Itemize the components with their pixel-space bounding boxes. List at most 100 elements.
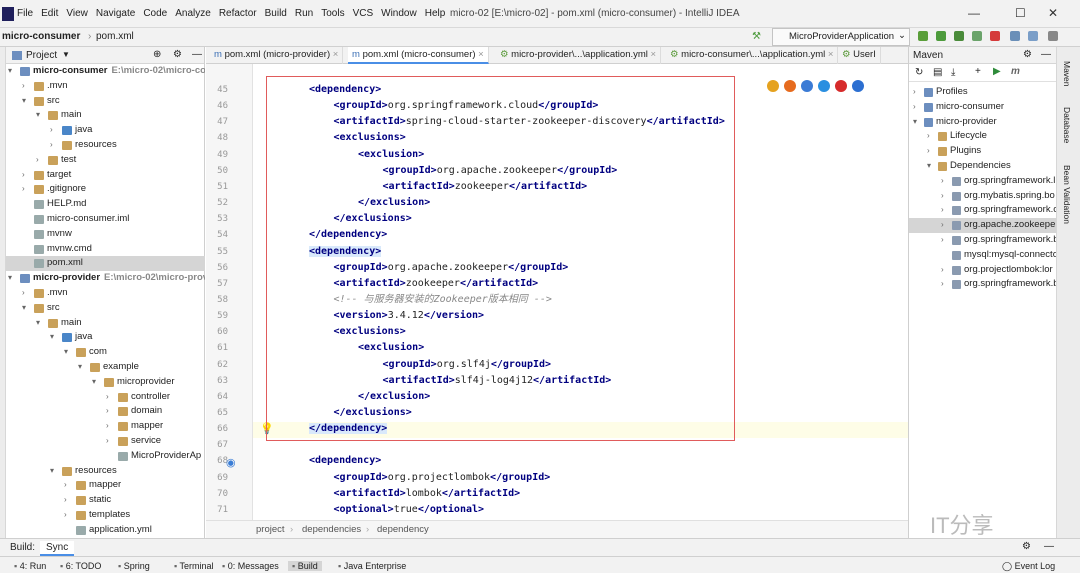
chrome-icon[interactable] <box>767 80 779 92</box>
tree-expand-icon[interactable]: › <box>913 87 916 96</box>
tree-expand-icon[interactable]: › <box>106 436 109 445</box>
run-icon[interactable] <box>918 31 928 41</box>
tree-expand-icon[interactable]: › <box>22 288 25 297</box>
tree-expand-icon[interactable]: › <box>36 155 39 164</box>
tree-item[interactable]: ▾ micro-consumerE:\micro-02\micro-cons <box>0 64 205 79</box>
tree-item[interactable]: MicroProviderAp <box>0 449 205 464</box>
hide-icon[interactable]: — <box>192 49 202 60</box>
sdk-icon[interactable] <box>1028 31 1038 41</box>
code-editor[interactable]: 45 46 47 48 49 50 51 52 53 54 55 56 57 58 59 60 61 62 63 64… <box>206 64 908 520</box>
maven-tree-item[interactable]: › Lifecycle <box>909 129 1057 144</box>
maven-tree-item[interactable]: › org.projectlombok:lor <box>909 263 1057 278</box>
tree-expand-icon[interactable]: › <box>927 146 930 155</box>
bottom-tool-0-messages[interactable]: ▪ 0: Messages <box>222 561 279 571</box>
tree-expand-icon[interactable]: ▾ <box>64 347 68 356</box>
build-hammer-icon[interactable]: ⚒ <box>752 31 761 42</box>
close-tab-icon[interactable]: × <box>825 49 834 60</box>
tree-expand-icon[interactable]: › <box>22 184 25 193</box>
maven-tree-item[interactable]: › org.springframework.l <box>909 174 1057 189</box>
menu-item-view[interactable]: View <box>66 8 88 19</box>
tree-expand-icon[interactable]: ▾ <box>927 161 931 170</box>
tree-expand-icon[interactable]: › <box>106 421 109 430</box>
maven-tree-item[interactable]: › org.mybatis.spring.bo <box>909 189 1057 204</box>
tree-item[interactable]: › service <box>0 434 205 449</box>
maven-tree-item[interactable]: mysql:mysql-connecto <box>909 248 1057 263</box>
tree-expand-icon[interactable]: › <box>22 81 25 90</box>
tree-item[interactable]: ▾ example <box>0 360 205 375</box>
hide-icon[interactable]: — <box>1041 49 1051 60</box>
menu-item-file[interactable]: File <box>17 8 33 19</box>
menu-item-refactor[interactable]: Refactor <box>219 8 257 19</box>
tree-expand-icon[interactable]: ▾ <box>36 110 40 119</box>
breadcrumb-dependency[interactable]: dependency <box>377 524 429 535</box>
menu-item-analyze[interactable]: Analyze <box>175 8 211 19</box>
tree-item[interactable]: › java <box>0 123 205 138</box>
editor-tab[interactable]: m pom.xml (micro-consumer) × <box>348 47 489 64</box>
tree-expand-icon[interactable]: › <box>941 265 944 274</box>
tree-expand-icon[interactable]: › <box>927 131 930 140</box>
hide-icon[interactable]: — <box>1044 541 1054 552</box>
editor-tab[interactable]: ⚙ micro-consumer\...\application.yml × <box>666 47 839 64</box>
tree-item[interactable]: ▾ resources <box>0 464 205 479</box>
tree-item[interactable]: ▾ com <box>0 345 205 360</box>
minimize-icon[interactable]: — <box>968 6 980 20</box>
menu-item-run[interactable]: Run <box>295 8 313 19</box>
menu-item-build[interactable]: Build <box>265 8 287 19</box>
tree-item[interactable]: mvnw <box>0 227 205 242</box>
tree-expand-icon[interactable]: › <box>106 406 109 415</box>
tree-expand-icon[interactable]: › <box>941 191 944 200</box>
tree-expand-icon[interactable]: ▾ <box>8 273 12 282</box>
coverage-icon[interactable] <box>954 31 964 41</box>
tree-expand-icon[interactable]: ▾ <box>8 66 12 75</box>
bottom-tool-spring[interactable]: ▪ Spring <box>118 561 150 571</box>
tree-item[interactable]: › .mvn <box>0 79 205 94</box>
tree-expand-icon[interactable]: › <box>941 235 944 244</box>
menu-item-tools[interactable]: Tools <box>321 8 344 19</box>
tree-expand-icon[interactable]: › <box>941 279 944 288</box>
stop-icon[interactable] <box>990 31 1000 41</box>
tree-item[interactable]: › resources <box>0 138 205 153</box>
tree-item[interactable]: ▾ java <box>0 330 205 345</box>
right-strip-tab[interactable]: Maven <box>1062 61 1072 87</box>
tree-item[interactable]: ▾ src <box>0 94 205 109</box>
run-maven-icon[interactable]: ▶ <box>993 66 1001 77</box>
tree-item[interactable]: › domain <box>0 404 205 419</box>
bottom-tool-6-todo[interactable]: ▪ 6: TODO <box>60 561 101 571</box>
tree-item[interactable]: › static <box>0 493 205 508</box>
tree-item[interactable]: › .gitignore <box>0 182 205 197</box>
gear-icon[interactable]: ⚙ <box>173 49 182 60</box>
tree-expand-icon[interactable]: › <box>106 392 109 401</box>
maven-tree-item[interactable]: ▾ Dependencies <box>909 159 1057 174</box>
tree-item[interactable]: ▾ main <box>0 316 205 331</box>
maven-tree-item[interactable]: › org.springframework.c <box>909 203 1057 218</box>
tree-expand-icon[interactable]: › <box>64 480 67 489</box>
close-tab-icon[interactable]: × <box>476 49 484 60</box>
tree-expand-icon[interactable]: › <box>941 220 944 229</box>
tree-expand-icon[interactable]: ▾ <box>50 466 54 475</box>
gutter-link-icon[interactable]: ◉ <box>226 456 236 469</box>
tree-item[interactable]: micro-consumer.iml <box>0 212 205 227</box>
add-icon[interactable]: + <box>975 66 981 77</box>
tree-item[interactable]: › mapper <box>0 478 205 493</box>
bottom-tool-build[interactable]: ▪ Build <box>288 561 322 571</box>
collapse-all-icon[interactable]: ⊕ <box>153 49 161 60</box>
gear-icon[interactable]: ⚙ <box>1023 49 1032 60</box>
breadcrumb-module[interactable]: micro-consumer <box>2 31 80 42</box>
right-strip-tab[interactable]: Database <box>1062 107 1072 143</box>
tree-item[interactable]: ▾ main <box>0 108 205 123</box>
breadcrumb-project[interactable]: project <box>256 524 285 535</box>
chevron-down-icon[interactable]: ▼ <box>62 50 70 59</box>
ie-icon[interactable] <box>818 80 830 92</box>
opera-icon[interactable] <box>835 80 847 92</box>
tree-expand-icon[interactable]: ▾ <box>92 377 96 386</box>
menu-item-code[interactable]: Code <box>143 8 167 19</box>
profile-icon[interactable] <box>972 31 982 41</box>
tree-item[interactable]: › .mvn <box>0 286 205 301</box>
tree-item[interactable]: › mapper <box>0 419 205 434</box>
gear-icon[interactable]: ⚙ <box>1022 541 1031 552</box>
menu-item-help[interactable]: Help <box>425 8 446 19</box>
tree-expand-icon[interactable]: › <box>50 125 53 134</box>
tree-expand-icon[interactable]: › <box>913 102 916 111</box>
tree-item[interactable]: ▾ microprovider <box>0 375 205 390</box>
tree-expand-icon[interactable]: › <box>64 510 67 519</box>
